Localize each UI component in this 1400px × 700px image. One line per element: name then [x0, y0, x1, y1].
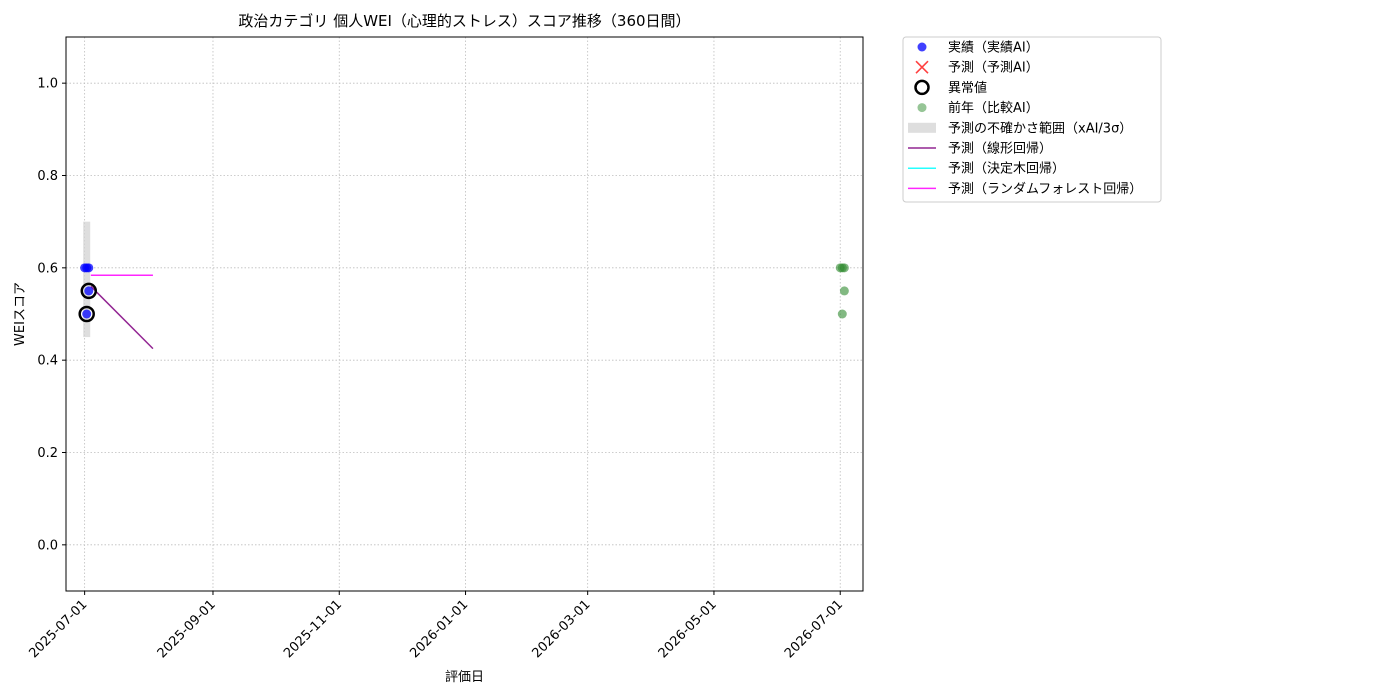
regression-line-layer	[90, 274, 154, 350]
actual-point	[82, 309, 92, 319]
x-tick-label: 2025-07-01	[26, 597, 90, 661]
actual-point	[84, 286, 94, 296]
legend: 実績（実績AI） 予測（予測AI） 異常値前年（比較AI） 予測の不確かさ範囲（xAI…	[902, 36, 1162, 203]
previous-year-point	[839, 263, 849, 273]
linear-regression-line	[90, 285, 154, 350]
legend-swatch-prev	[917, 103, 927, 113]
tick-layer: 0.0 0.2 0.4 0.6 0.8 1.0 2025-07-01 2025-09-01 20…	[26, 77, 846, 662]
legend-label-prev: 前年（比較AI）	[948, 100, 1039, 116]
legend-swatch-band	[908, 122, 936, 133]
grid-layer	[66, 37, 863, 591]
actual-point	[84, 263, 94, 273]
y-tick-label: 0.2	[37, 446, 58, 461]
y-tick-label: 0.6	[37, 261, 58, 276]
legend-label-rf: 予測（ランダムフォレスト回帰）	[948, 181, 1142, 197]
legend-label-forecast: 予測（予測AI）	[948, 61, 1039, 76]
legend-label-tree: 予測（決定木回帰）	[948, 161, 1065, 177]
previous-year-point	[837, 309, 847, 319]
previous-year-point	[839, 286, 849, 296]
point-layer	[78, 263, 849, 323]
x-tick-label: 2026-03-01	[529, 597, 593, 661]
legend-label-linear: 予測（線形回帰）	[948, 141, 1052, 157]
x-tick-label: 2026-07-01	[782, 597, 846, 661]
y-tick-label: 0.4	[37, 354, 58, 369]
plot-area-frame	[65, 36, 864, 592]
y-axis-label: WEIスコア	[13, 282, 28, 346]
legend-label-actual: 実績（実績AI）	[948, 40, 1039, 56]
x-tick-label: 2026-01-01	[407, 597, 471, 661]
legend-swatch-actual	[917, 42, 927, 52]
legend-label-anomaly: 異常値	[948, 80, 987, 96]
x-axis-label: 評価日	[445, 670, 484, 685]
x-tick-label: 2025-09-01	[155, 597, 219, 661]
chart-title: 政治カテゴリ 個人WEI（心理的ストレス）スコア推移（360日間）	[238, 12, 690, 30]
legend-label-band: 予測の不確かさ範囲（xAI/3σ）	[948, 120, 1132, 136]
chart: 政治カテゴリ 個人WEI（心理的ストレス）スコア推移（360日間） 0.0 0.2…	[13, 12, 1162, 685]
x-tick-label: 2026-05-01	[656, 597, 720, 661]
x-tick-label: 2025-11-01	[281, 597, 345, 661]
y-tick-label: 0.0	[37, 538, 58, 553]
y-tick-label: 1.0	[37, 77, 58, 92]
y-tick-label: 0.8	[37, 169, 58, 184]
